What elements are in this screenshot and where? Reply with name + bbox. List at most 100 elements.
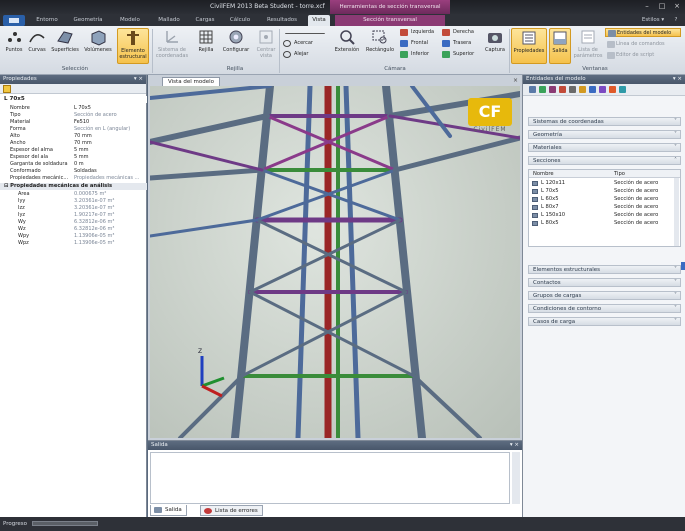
- tool-contact-icon[interactable]: [579, 86, 586, 93]
- rectangulo-button[interactable]: Rectángulo: [363, 28, 397, 53]
- property-row[interactable]: Material Fe510: [0, 119, 147, 126]
- entity-section-4[interactable]: Elementos estructurales ˅: [528, 265, 681, 274]
- tab-cargas[interactable]: Cargas: [191, 15, 219, 26]
- view-superior-button[interactable]: Superior: [442, 50, 482, 59]
- section-row[interactable]: L 60x5 Sección de acero: [529, 196, 675, 203]
- property-row[interactable]: Espesor del alma 5 mm: [0, 147, 147, 154]
- entity-section-6[interactable]: Grupos de cargas ˅: [528, 291, 681, 300]
- styles-menu[interactable]: Estilos ▾: [638, 15, 668, 26]
- property-row[interactable]: Forma Sección en L (angular): [0, 126, 147, 133]
- sistema-coordenadas-button[interactable]: Sistema de coordenadas: [154, 28, 190, 59]
- tool-material-icon[interactable]: [549, 86, 556, 93]
- mech-property-row[interactable]: Wz 6.32812e-06 m³: [0, 226, 147, 233]
- view-izquierda-button[interactable]: Izquierda: [400, 28, 442, 37]
- property-row[interactable]: Espesor del ala 5 mm: [0, 154, 147, 161]
- mech-property-row[interactable]: Wpz 1.13906e-05 m³: [0, 240, 147, 247]
- view-inferior-button[interactable]: Inferior: [400, 50, 442, 59]
- categorized-icon[interactable]: [3, 85, 11, 93]
- mech-property-row[interactable]: Izz 3.20361e-07 m⁴: [0, 205, 147, 212]
- entity-section-7[interactable]: Condiciones de contorno ˅: [528, 304, 681, 313]
- minimize-icon[interactable]: –: [640, 1, 654, 11]
- view-derecha-button[interactable]: Derecha: [442, 28, 482, 37]
- zoom-slider[interactable]: [283, 29, 331, 38]
- superficies-button[interactable]: Superficies: [49, 28, 81, 53]
- entity-section-0[interactable]: Sistemas de coordenadas ˅: [528, 117, 681, 126]
- property-row[interactable]: Conformado Soldadas: [0, 168, 147, 175]
- tab-salida[interactable]: Salida: [150, 505, 187, 516]
- property-row[interactable]: Tipo Sección de acero: [0, 112, 147, 119]
- tool-section-icon[interactable]: [559, 86, 566, 93]
- entidades-modelo-toggle[interactable]: Entidades del modelo: [605, 28, 681, 37]
- maximize-icon[interactable]: □: [655, 1, 669, 11]
- tool-refresh-icon[interactable]: [619, 86, 626, 93]
- mech-property-row[interactable]: Iyy 3.20361e-07 m⁴: [0, 198, 147, 205]
- entity-section-2[interactable]: Materiales ˅: [528, 143, 681, 152]
- acercar-button[interactable]: Acercar: [283, 39, 331, 48]
- entity-section-8[interactable]: Casos de carga ˅: [528, 317, 681, 326]
- centrar-vista-button[interactable]: Centrar vista: [254, 28, 278, 59]
- curvas-button[interactable]: Curvas: [26, 28, 48, 53]
- captura-button[interactable]: Captura: [482, 28, 508, 53]
- alejar-button[interactable]: Alejar: [283, 50, 331, 59]
- mech-properties-section[interactable]: ⊟ Propiedades mecánicas de análisis: [0, 183, 147, 190]
- tab-vista[interactable]: Vista: [308, 15, 330, 26]
- help-icon[interactable]: ?: [670, 15, 682, 26]
- tab-calculo[interactable]: Cálculo: [225, 15, 255, 26]
- output-text-area[interactable]: [150, 452, 510, 504]
- view-trasera-button[interactable]: Trasera: [442, 39, 482, 48]
- steel-section-icon: [532, 205, 538, 210]
- tool-boundary-icon[interactable]: [599, 86, 606, 93]
- viewport-close-icon[interactable]: ×: [513, 77, 518, 84]
- tab-lista-errores[interactable]: Lista de errores: [200, 505, 263, 516]
- puntos-button[interactable]: Puntos: [3, 28, 25, 53]
- property-row[interactable]: Ancho 70 mm: [0, 140, 147, 147]
- rejilla-button[interactable]: Rejilla: [194, 28, 218, 53]
- tab-resultados[interactable]: Resultados: [261, 15, 303, 26]
- salida-window-button[interactable]: Salida: [549, 28, 571, 64]
- property-row[interactable]: Nombre L 70x5: [0, 105, 147, 112]
- tab-vista-del-modelo[interactable]: Vista del modelo: [162, 77, 220, 86]
- elemento-estructural-button[interactable]: Elemento estructural: [117, 28, 149, 64]
- section-row[interactable]: L 150x10 Sección de acero: [529, 212, 675, 219]
- entity-section-5[interactable]: Contactos ˅: [528, 278, 681, 287]
- close-icon[interactable]: ×: [670, 1, 684, 11]
- property-row[interactable]: Alto 70 mm: [0, 133, 147, 140]
- tab-seccion-transversal[interactable]: Sección transversal: [335, 15, 445, 26]
- section-row[interactable]: L 80x5 Sección de acero: [529, 220, 675, 227]
- volumenes-button[interactable]: Volúmenes: [82, 28, 114, 53]
- lista-parametros-button[interactable]: Lista de parámetros: [573, 28, 603, 59]
- propiedades-window-button[interactable]: Propiedades: [511, 28, 547, 64]
- property-row[interactable]: Garganta de soldadura 0 m: [0, 161, 147, 168]
- mech-property-row[interactable]: Wy 6.32812e-06 m³: [0, 219, 147, 226]
- tab-geometria[interactable]: Geometría: [68, 15, 108, 26]
- section-row[interactable]: L 70x5 Sección de acero: [529, 188, 675, 195]
- 3d-scene[interactable]: Z CF CivilFEM: [150, 86, 520, 438]
- tool-geometry-icon[interactable]: [539, 86, 546, 93]
- mech-property-row[interactable]: Wpy 1.13906e-05 m³: [0, 233, 147, 240]
- entities-close-icon[interactable]: ▾ ×: [673, 75, 682, 84]
- editor-script-toggle[interactable]: Editor de script: [605, 51, 681, 60]
- sections-scrollbar[interactable]: [674, 178, 679, 246]
- tool-element-icon[interactable]: [569, 86, 576, 93]
- extension-button[interactable]: Extensión: [332, 28, 362, 53]
- mech-property-row[interactable]: Iyz 1.90217e-07 m⁴: [0, 212, 147, 219]
- tab-modelo[interactable]: Modelo: [114, 15, 146, 26]
- entity-section-1[interactable]: Geometría ˅: [528, 130, 681, 139]
- tab-entorno[interactable]: Entorno: [32, 15, 62, 26]
- output-close-icon[interactable]: ▾ ×: [510, 441, 519, 450]
- view-frontal-button[interactable]: Frontal: [400, 39, 442, 48]
- property-row[interactable]: Propiedades mecánic... Propiedades mecáni…: [0, 175, 147, 182]
- tool-load-group-icon[interactable]: [589, 86, 596, 93]
- file-menu-button[interactable]: [3, 15, 25, 26]
- linea-comandos-toggle[interactable]: Línea de comandos: [605, 40, 681, 49]
- mech-property-row[interactable]: Area 0.000675 m²: [0, 191, 147, 198]
- output-scrollbar[interactable]: [512, 452, 520, 504]
- section-row[interactable]: L 120x11 Sección de acero: [529, 180, 675, 187]
- properties-close-icon[interactable]: ▾ ×: [134, 75, 143, 84]
- entity-section-3[interactable]: Secciones ˄: [528, 156, 681, 165]
- configurar-button[interactable]: Configurar: [220, 28, 252, 53]
- section-row[interactable]: L 80x7 Sección de acero: [529, 204, 675, 211]
- tab-mallado[interactable]: Mallado: [152, 15, 186, 26]
- tool-load-case-icon[interactable]: [609, 86, 616, 93]
- tool-coordinate-icon[interactable]: [529, 86, 536, 93]
